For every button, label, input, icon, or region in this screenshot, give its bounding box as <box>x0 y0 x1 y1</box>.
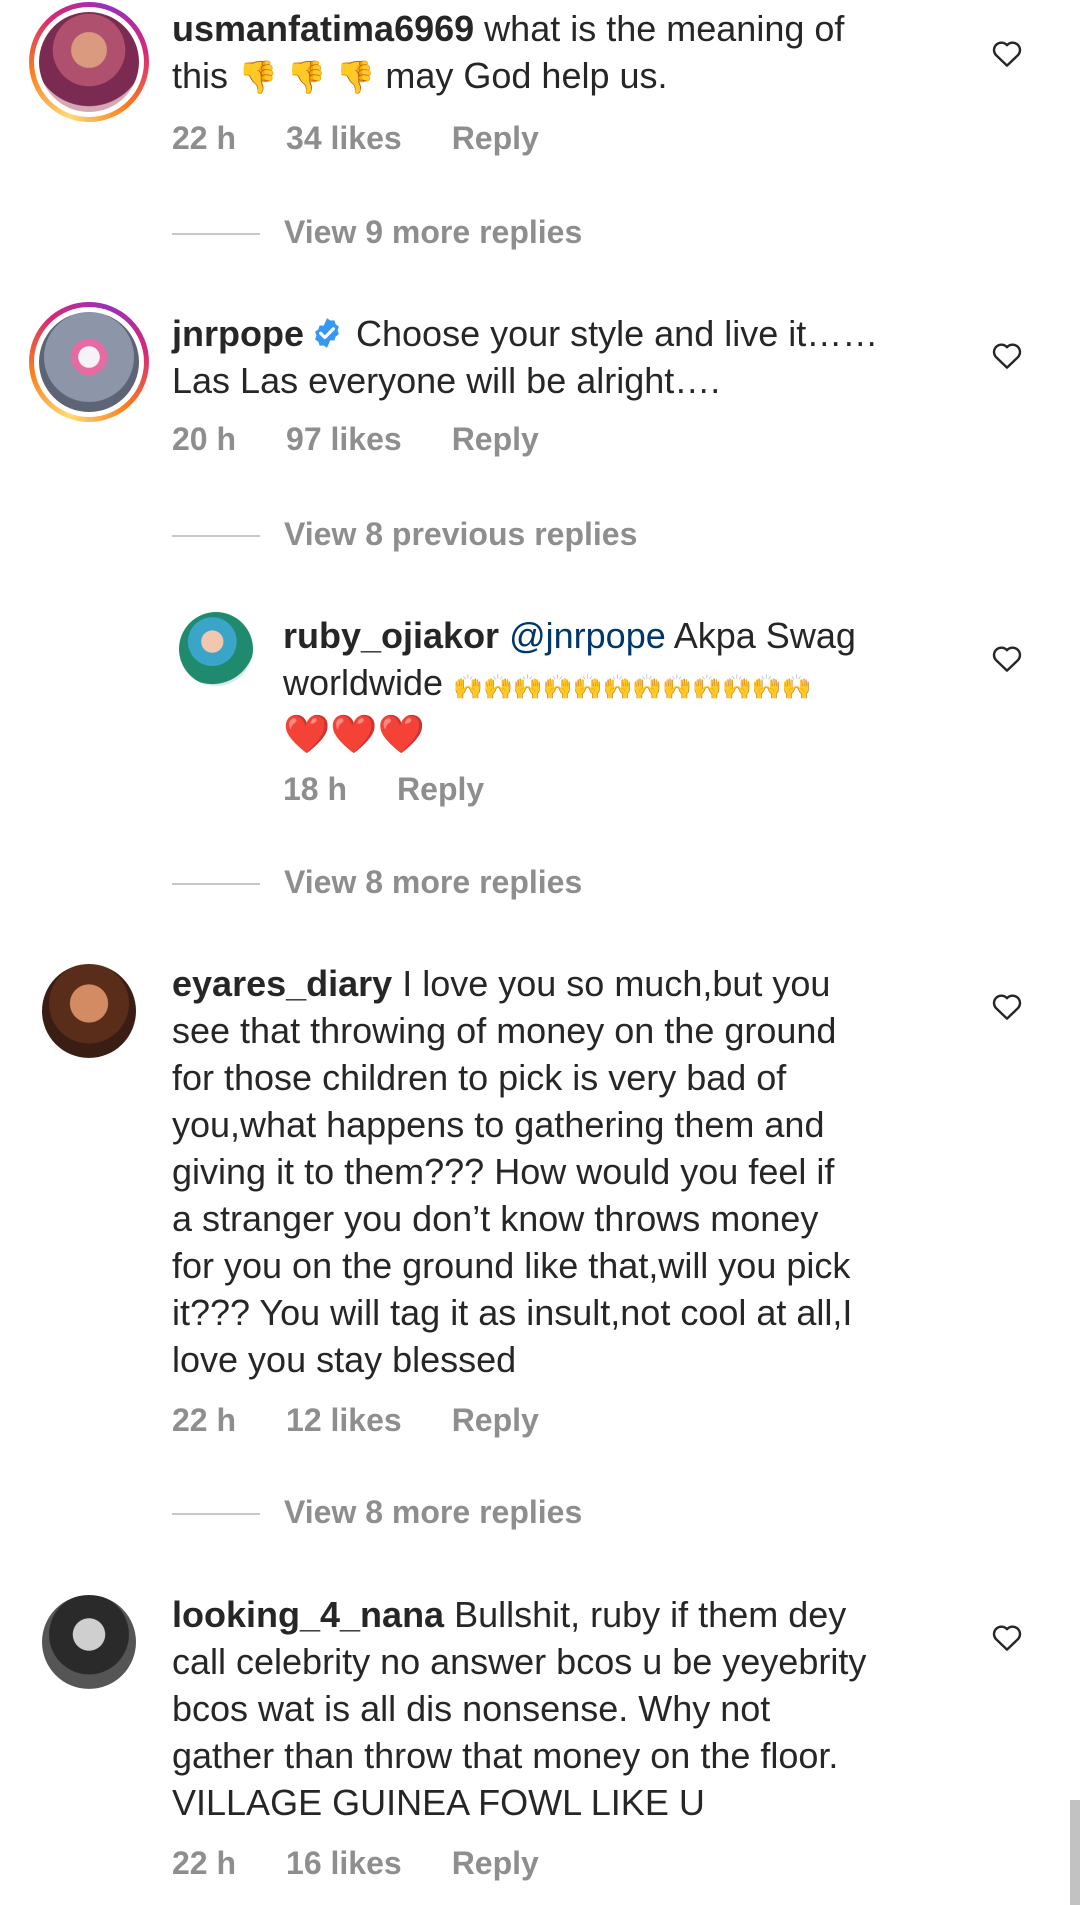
verified-badge-icon <box>315 318 339 348</box>
comment-body-2: worldwide <box>283 662 444 703</box>
comment-body: I love you so much,but you see that thro… <box>172 963 853 1380</box>
comment-meta: 22 h 16 likes Reply <box>172 1845 589 1882</box>
view-more-replies[interactable]: View 9 more replies <box>172 214 772 254</box>
avatar[interactable] <box>29 2 149 122</box>
divider-line <box>172 535 260 537</box>
divider-line <box>172 883 260 885</box>
comment-text: usmanfatima6969 what is the meaning of t… <box>172 5 952 101</box>
heart-icon[interactable] <box>991 1622 1023 1652</box>
view-replies-label[interactable]: View 8 more replies <box>284 1494 582 1531</box>
red-heart-emoji: ❤️❤️❤️ <box>283 714 425 756</box>
likes-count[interactable]: 97 likes <box>286 421 402 457</box>
avatar[interactable] <box>29 302 149 422</box>
divider-line <box>172 1513 260 1515</box>
view-replies-label[interactable]: View 8 previous replies <box>284 516 637 553</box>
comment-meta: 18 h Reply <box>283 771 534 808</box>
heart-icon[interactable] <box>991 991 1023 1021</box>
comment-text: ruby_ojiakor @jnrpope Akpa Swag worldwid… <box>283 612 983 759</box>
view-previous-replies[interactable]: View 8 previous replies <box>172 516 872 556</box>
timestamp: 18 h <box>283 771 348 807</box>
thumbs-down-emoji: 👎 👎 👎 <box>238 59 376 95</box>
timestamp: 22 h <box>172 1402 237 1438</box>
avatar[interactable] <box>41 963 137 1059</box>
comment-body-2: this <box>172 55 229 96</box>
profile-photo <box>39 12 139 112</box>
view-more-replies[interactable]: View 8 more replies <box>172 864 772 904</box>
view-replies-label[interactable]: View 9 more replies <box>284 214 582 251</box>
mention-link[interactable]: @jnrpope <box>509 615 666 656</box>
view-replies-label[interactable]: View 8 more replies <box>284 864 582 901</box>
reply-button[interactable]: Reply <box>397 771 484 807</box>
comment-body: what is the meaning of <box>484 8 845 49</box>
avatar[interactable] <box>41 1594 137 1690</box>
profile-photo <box>39 312 139 412</box>
profile-photo <box>42 964 136 1058</box>
heart-icon[interactable] <box>991 643 1023 673</box>
username[interactable]: usmanfatima6969 <box>172 8 474 49</box>
likes-count[interactable]: 34 likes <box>286 120 402 156</box>
comment-body: Choose your style and live it…… <box>356 313 879 354</box>
heart-icon[interactable] <box>991 340 1023 370</box>
reply-button[interactable]: Reply <box>452 421 539 457</box>
username[interactable]: jnrpope <box>172 313 304 354</box>
comment-body-2: Las Las everyone will be alright…. <box>172 360 721 401</box>
comment-meta: 22 h 12 likes Reply <box>172 1402 589 1439</box>
likes-count[interactable]: 12 likes <box>286 1402 402 1438</box>
comment-text: looking_4_nana Bullshit, ruby if them de… <box>172 1591 972 1826</box>
timestamp: 20 h <box>172 421 237 457</box>
username[interactable]: ruby_ojiakor <box>283 615 499 656</box>
view-more-replies[interactable]: View 8 more replies <box>172 1494 772 1534</box>
comment-body-3: may God help us. <box>385 55 668 96</box>
comment-text: jnrpope Choose your style and live it…… … <box>172 310 972 404</box>
comment-meta: 22 h 34 likes Reply <box>172 120 589 157</box>
comment-body: Akpa Swag <box>673 615 856 656</box>
heart-icon[interactable] <box>991 38 1023 68</box>
raised-hands-emoji: 🙌🙌🙌🙌🙌🙌🙌🙌🙌🙌🙌🙌 <box>453 674 812 701</box>
timestamp: 22 h <box>172 120 237 156</box>
reply-button[interactable]: Reply <box>452 1845 539 1881</box>
avatar[interactable] <box>178 611 254 687</box>
username[interactable]: eyares_diary <box>172 963 392 1004</box>
username[interactable]: looking_4_nana <box>172 1594 444 1635</box>
timestamp: 22 h <box>172 1845 237 1881</box>
profile-photo <box>42 1595 136 1689</box>
profile-photo <box>179 612 253 686</box>
divider-line <box>172 233 260 235</box>
comment-meta: 20 h 97 likes Reply <box>172 421 589 458</box>
reply-button[interactable]: Reply <box>452 120 539 156</box>
likes-count[interactable]: 16 likes <box>286 1845 402 1881</box>
reply-button[interactable]: Reply <box>452 1402 539 1438</box>
scrollbar[interactable] <box>1070 1800 1080 1905</box>
comment-text: eyares_diary I love you so much,but you … <box>172 960 972 1383</box>
